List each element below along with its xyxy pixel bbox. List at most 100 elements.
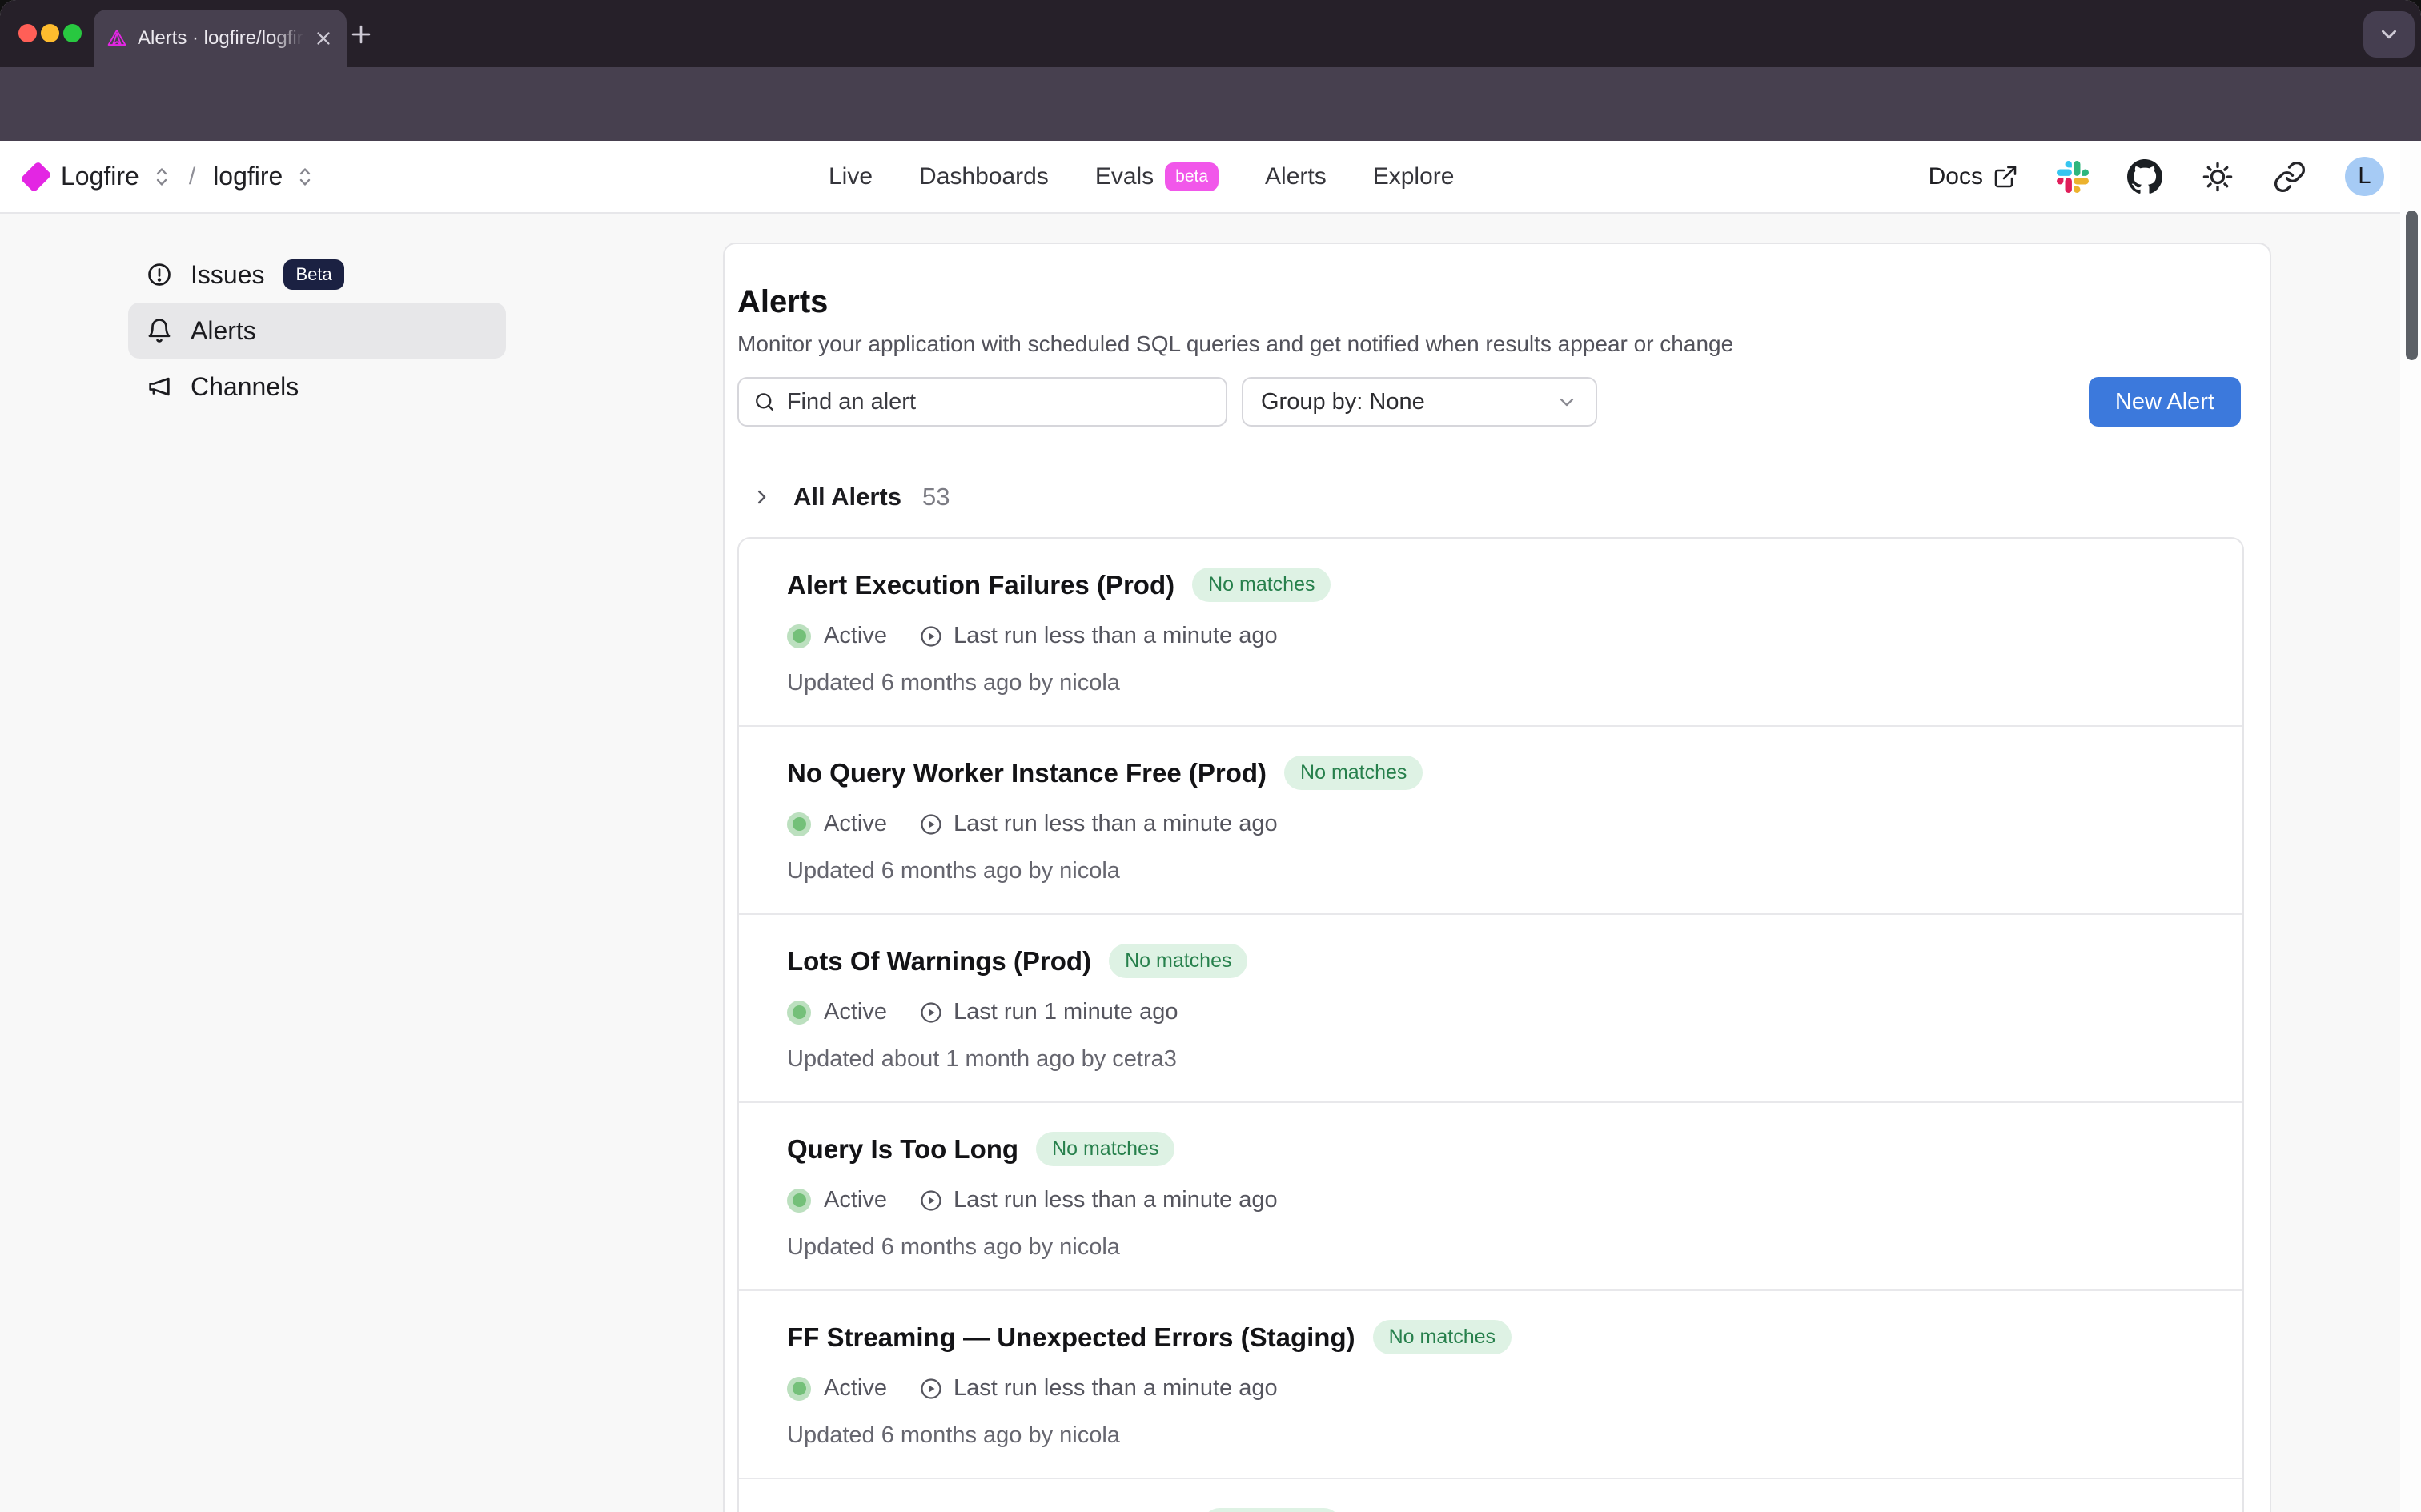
issues-icon	[146, 261, 173, 288]
no-matches-badge: No matches	[1192, 568, 1331, 602]
play-circle-icon	[919, 624, 943, 648]
nav-evals-label: Evals	[1095, 163, 1154, 191]
project-switcher[interactable]: logfire	[213, 162, 283, 191]
chevron-down-icon	[2377, 22, 2401, 46]
window-controls	[18, 24, 82, 42]
alert-search-input[interactable]	[787, 389, 1211, 415]
sidebar-item-alerts[interactable]: Alerts	[128, 303, 506, 359]
alert-status: Active	[824, 623, 887, 649]
nav-explore[interactable]: Explore	[1373, 163, 1455, 191]
alert-name: Query Is Too Long	[787, 1133, 1018, 1166]
browser-window: Alerts · logfire/logfire · Pydant	[0, 0, 2421, 1512]
alert-name: Slow Ingestion Requests (Prod)	[787, 1509, 1185, 1512]
new-alert-button[interactable]: New Alert	[2089, 377, 2241, 427]
alert-updated: Updated 6 months ago by nicola	[787, 858, 2194, 884]
alert-search-box[interactable]	[737, 377, 1227, 427]
alert-status: Active	[824, 1375, 887, 1402]
window-minimize-button[interactable]	[41, 24, 59, 42]
header-actions: Docs	[1929, 141, 2384, 212]
pydantic-favicon-icon	[106, 28, 127, 49]
group-label: All Alerts	[793, 483, 901, 511]
tab-search-button[interactable]	[2363, 11, 2415, 58]
alerts-panel: Alerts Monitor your application with sch…	[723, 243, 2271, 1512]
alert-name: FF Streaming — Unexpected Errors (Stagin…	[787, 1321, 1355, 1354]
alert-last-run: Last run 1 minute ago	[954, 999, 1178, 1025]
alert-row[interactable]: Slow Ingestion Requests (Prod) No matche…	[739, 1479, 2242, 1512]
docs-link[interactable]: Docs	[1929, 163, 2018, 191]
org-switcher[interactable]: Logfire	[61, 162, 139, 191]
group-by-select[interactable]: Group by: None	[1242, 377, 1597, 427]
new-tab-button[interactable]	[347, 21, 375, 48]
alert-updated: Updated 6 months ago by nicola	[787, 670, 2194, 696]
docs-label: Docs	[1929, 163, 1983, 191]
no-matches-badge: No matches	[1373, 1320, 1512, 1354]
alert-last-run: Last run less than a minute ago	[954, 1375, 1278, 1402]
no-matches-badge: No matches	[1109, 944, 1247, 978]
alert-row[interactable]: Lots Of Warnings (Prod) No matches Activ…	[739, 915, 2242, 1103]
no-matches-badge: No matches	[1202, 1508, 1341, 1512]
evals-beta-badge: beta	[1165, 162, 1219, 191]
alert-name: No Query Worker Instance Free (Prod)	[787, 756, 1267, 790]
alert-updated: Updated about 1 month ago by cetra3	[787, 1046, 2194, 1073]
sidebar-item-issues[interactable]: Issues Beta	[128, 247, 506, 303]
alert-name: Lots Of Warnings (Prod)	[787, 944, 1091, 978]
window-close-button[interactable]	[18, 24, 37, 42]
alert-updated: Updated 6 months ago by nicola	[787, 1422, 2194, 1449]
sidebar-item-channels[interactable]: Channels	[128, 359, 506, 415]
chevron-right-icon	[750, 486, 773, 508]
browser-tab[interactable]: Alerts · logfire/logfire · Pydant	[94, 10, 347, 67]
external-link-icon	[1993, 164, 2018, 190]
play-circle-icon	[919, 1001, 943, 1025]
play-circle-icon	[919, 812, 943, 836]
alerts-list: Alert Execution Failures (Prod) No match…	[737, 537, 2244, 1512]
org-switcher-caret-icon[interactable]	[152, 165, 171, 189]
alert-row[interactable]: No Query Worker Instance Free (Prod) No …	[739, 727, 2242, 915]
issues-beta-badge: Beta	[283, 259, 343, 290]
search-icon	[753, 390, 776, 414]
sidebar-item-label: Channels	[191, 372, 299, 402]
github-icon[interactable]	[2127, 159, 2162, 195]
sidebar: Issues Beta Alerts Channels	[128, 247, 506, 415]
page-body: Issues Beta Alerts Channels Alerts Monit…	[0, 214, 2421, 1512]
window-zoom-button[interactable]	[63, 24, 82, 42]
nav-dashboards[interactable]: Dashboards	[919, 163, 1049, 191]
bell-icon	[146, 317, 173, 344]
breadcrumb: Logfire / logfire	[24, 141, 315, 212]
alert-last-run: Last run less than a minute ago	[954, 811, 1278, 837]
nav-live[interactable]: Live	[829, 163, 873, 191]
active-status-icon	[787, 1189, 811, 1213]
sidebar-item-label: Issues	[191, 260, 264, 290]
megaphone-icon	[146, 373, 173, 400]
user-avatar[interactable]: L	[2345, 157, 2384, 196]
active-status-icon	[787, 1377, 811, 1401]
alert-row[interactable]: FF Streaming — Unexpected Errors (Stagin…	[739, 1291, 2242, 1479]
alerts-group-header[interactable]: All Alerts 53	[737, 483, 2241, 511]
logfire-logo-icon	[20, 161, 52, 193]
tab-close-icon[interactable]	[313, 28, 334, 49]
alert-status: Active	[824, 999, 887, 1025]
active-status-icon	[787, 812, 811, 836]
share-link-icon[interactable]	[2273, 160, 2307, 194]
scrollbar-thumb[interactable]	[2406, 211, 2418, 360]
main-nav: Live Dashboards Evals beta Alerts Explor…	[829, 141, 1454, 212]
play-circle-icon	[919, 1189, 943, 1213]
alert-status: Active	[824, 811, 887, 837]
slack-icon[interactable]	[2057, 161, 2089, 193]
nav-alerts[interactable]: Alerts	[1265, 163, 1327, 191]
page-subtitle: Monitor your application with scheduled …	[737, 331, 2241, 358]
tab-title: Alerts · logfire/logfire · Pydant	[138, 27, 310, 50]
nav-evals[interactable]: Evals beta	[1095, 162, 1219, 191]
active-status-icon	[787, 1001, 811, 1025]
alert-row[interactable]: Alert Execution Failures (Prod) No match…	[739, 539, 2242, 727]
page-title: Alerts	[737, 284, 2241, 319]
project-switcher-caret-icon[interactable]	[295, 165, 315, 189]
browser-toolbar: logfire-eu.pydantic.info/logfire/logfire…	[0, 67, 2421, 141]
no-matches-badge: No matches	[1284, 756, 1423, 790]
alert-row[interactable]: Query Is Too Long No matches Active Last…	[739, 1103, 2242, 1291]
tab-strip: Alerts · logfire/logfire · Pydant	[0, 0, 2421, 67]
theme-toggle-sun-icon[interactable]	[2201, 160, 2234, 194]
alerts-controls: Group by: None New Alert	[737, 377, 2241, 427]
alert-name: Alert Execution Failures (Prod)	[787, 568, 1174, 602]
chevron-down-icon	[1556, 391, 1578, 413]
play-circle-icon	[919, 1377, 943, 1401]
